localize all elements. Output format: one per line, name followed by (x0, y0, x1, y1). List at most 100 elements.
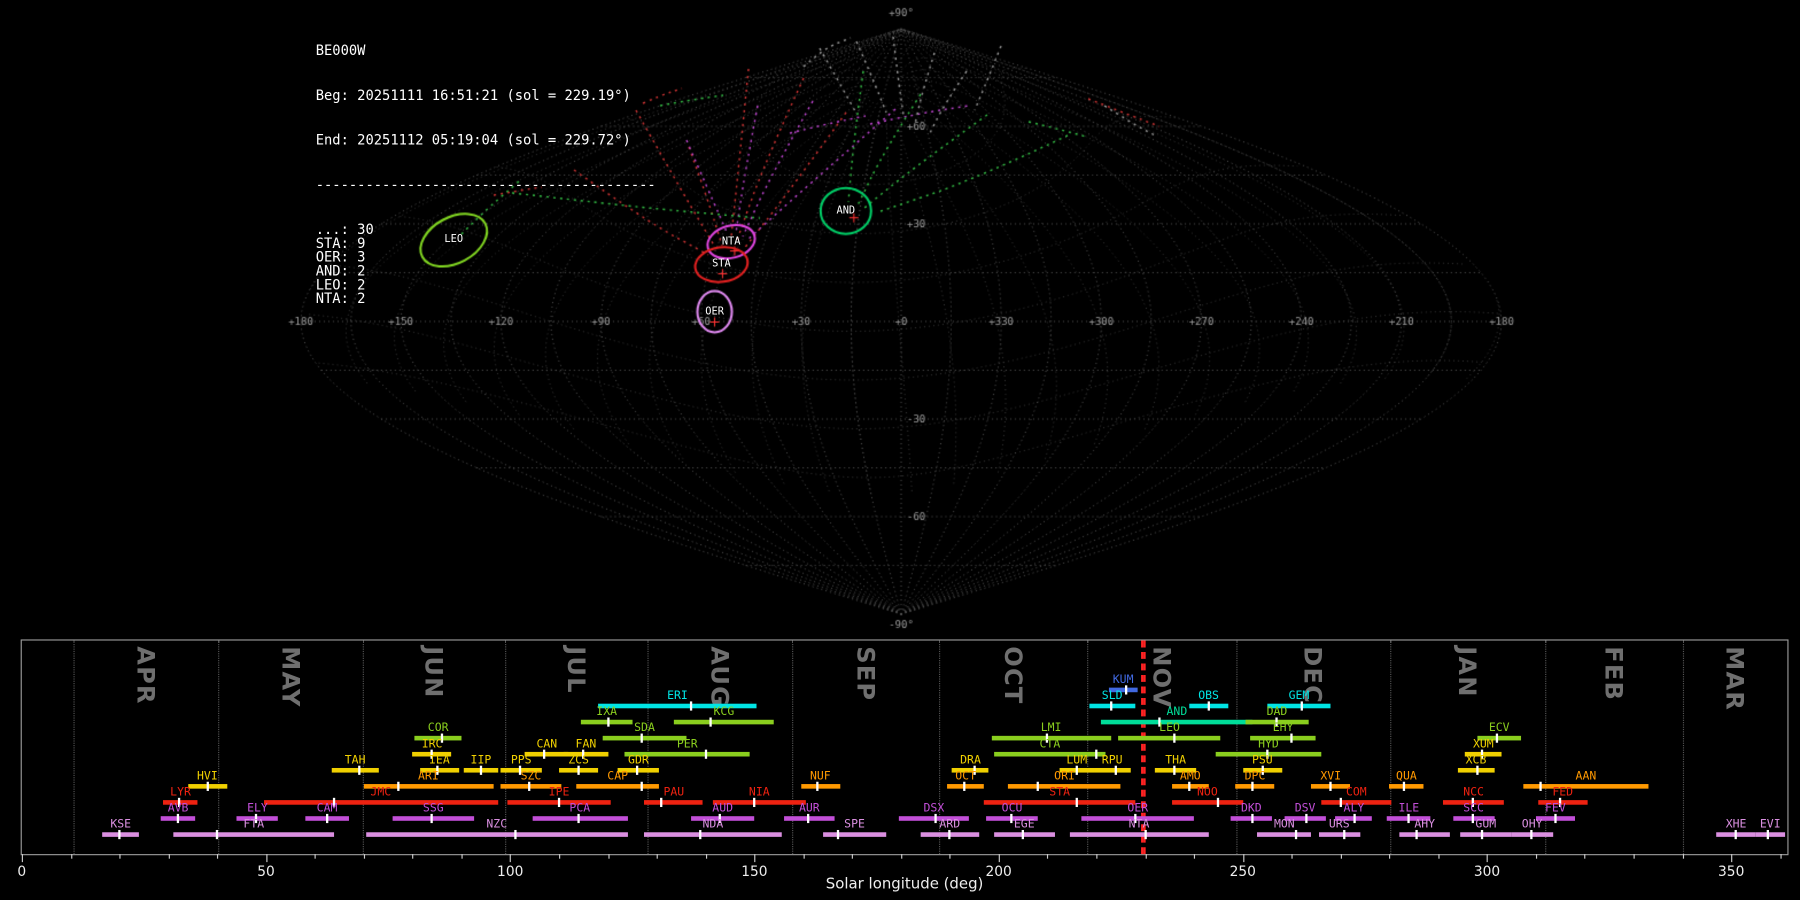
shower-peak-ZCS (577, 765, 580, 775)
month-label-JAN: JAN (1453, 646, 1481, 698)
shower-bar-label-KCG: KCG (713, 705, 735, 719)
shower-bar-URS (1318, 832, 1361, 837)
x-tick-minor (656, 854, 658, 859)
separator-line: ----------------------------------------… (315, 176, 656, 193)
shower-bar-AAN (1523, 784, 1649, 789)
month-label-MAR: MAR (1720, 646, 1749, 711)
month-line-SEP (792, 640, 794, 855)
shower-peak-KSE (118, 829, 121, 840)
shower-peak-EGE (1021, 829, 1025, 840)
shower-bar-label-NDA: NDA (702, 818, 724, 832)
radiant-label-LEO: LEO (444, 234, 464, 246)
shower-peak-LEO (1173, 733, 1176, 743)
shower-peak-OCU (1009, 813, 1012, 824)
shower-peak-NZC (513, 829, 517, 840)
shower-peak-OCT (963, 781, 966, 791)
shower-peak-IPE (557, 797, 561, 808)
shower-bar-label-QUA: QUA (1396, 770, 1417, 783)
shower-bar-RPU (1093, 767, 1131, 773)
shower-bar-JMC (263, 800, 498, 805)
x-tick-minor (705, 854, 707, 859)
shower-peak-CAN (543, 749, 546, 759)
shower-peak-IIP (479, 765, 483, 775)
shower-bar-KCG (673, 719, 774, 725)
x-tick-minor (168, 854, 170, 859)
shower-peak-EHY (1290, 733, 1293, 743)
shower-peak-SCC (1471, 813, 1474, 824)
shower-peak-GDR (636, 765, 639, 775)
shower-bar-EVI (1755, 832, 1785, 837)
shower-bar-GUM (1460, 832, 1512, 837)
shower-peak-URS (1342, 829, 1346, 840)
timeline-frame: APR MAY JUN JUL AUG SEP OCT NOV DEC JAN FEB MAR 0 50 1… (17, 639, 1789, 879)
month-line-JUN (362, 640, 364, 855)
x-tick-major (21, 854, 23, 863)
shower-peak-NOO (1217, 797, 1220, 808)
shower-peak-NTA (1143, 829, 1147, 840)
shower-peak-ECV (1495, 733, 1498, 743)
radiant-label-AND: AND (836, 205, 856, 217)
timeline-panel: APR MAY JUN JUL AUG SEP OCT NOV DEC JAN FEB MAR 0 50 1… (0, 639, 1800, 900)
sky-map-canvas (0, 0, 1800, 639)
x-axis-title: Solar longitude (deg) (825, 875, 984, 894)
shower-bar-PAU (644, 800, 704, 805)
shower-peak-NDA (699, 829, 702, 840)
shower-peak-ERI (689, 701, 693, 711)
x-tick-minor (1193, 854, 1196, 859)
shower-bar-label-NCC: NCC (1463, 786, 1484, 799)
shower-bar-label-ECV: ECV (1488, 722, 1510, 735)
shower-peak-CAM (325, 813, 329, 824)
begin-time: Beg: 20251111 16:51:21 (sol = 229.19°) (315, 87, 631, 104)
shower-count-3: AND: 2 (315, 262, 366, 279)
x-tick-minor (949, 854, 951, 859)
shower-bar-label-PCA: PCA (569, 802, 591, 816)
x-tick-minor (1438, 854, 1440, 859)
x-tick-minor (900, 854, 903, 859)
shower-bar-label-SDA: SDA (634, 722, 655, 735)
shower-bar-label-GUM: GUM (1475, 818, 1497, 832)
x-tick-minor (1145, 854, 1147, 859)
shower-peak-SDA (640, 733, 644, 743)
shower-peak-PAU (660, 797, 663, 808)
shower-bar-label-KUM: KUM (1112, 673, 1134, 687)
shower-peak-XVI (1329, 781, 1332, 791)
shower-peak-COM (1339, 797, 1342, 808)
shower-bar-label-MON: MON (1273, 818, 1295, 832)
x-tick-minor (852, 854, 854, 859)
shower-peak-SLD (1109, 701, 1113, 711)
shower-peak-NIA (753, 797, 756, 808)
shower-bar-label-DPC: DPC (1244, 770, 1266, 783)
shower-peak-STA (1075, 797, 1078, 808)
shower-peak-OHY (1529, 829, 1533, 840)
shower-bar-label-OCU: OCU (1001, 802, 1023, 816)
shower-peak-XCB (1476, 765, 1479, 775)
shower-bar-KSE (102, 832, 140, 837)
shower-peak-GUM (1480, 829, 1484, 840)
shower-peak-GEM (1300, 701, 1303, 711)
radiant-label-NTA: NTA (721, 235, 741, 248)
month-line-JAN (1389, 640, 1391, 855)
shower-bar-label-COR: COR (427, 722, 449, 735)
shower-bar-label-SSG: SSG (422, 802, 444, 816)
x-tick-minor (1584, 854, 1586, 859)
shower-bar-MON (1257, 832, 1312, 837)
month-line-NOV (1087, 640, 1089, 855)
month-line-MAR (1682, 640, 1684, 855)
shower-peak-FTA (216, 829, 219, 840)
shower-bar-label-FAN: FAN (575, 738, 597, 751)
x-tick-minor (217, 854, 219, 859)
month-label-MAY: MAY (276, 646, 305, 708)
shower-peak-ARD (948, 829, 951, 840)
shower-bar-label-SLD: SLD (1101, 689, 1123, 703)
shower-bar-label-AAN: AAN (1575, 770, 1597, 783)
shower-bar-NZC (366, 832, 628, 837)
shower-count-5: NTA: 2 (315, 290, 366, 307)
shower-bar-OCT (947, 784, 984, 789)
shower-counts-list: ...: 30 STA: 9 OER: 3 AND: 2 LEO: 2 NTA: 2 (315, 222, 656, 307)
shower-bar-label-ELY: ELY (247, 802, 268, 816)
shower-bar-label-CAN: CAN (536, 738, 558, 751)
shower-peak-MON (1295, 829, 1298, 840)
shower-peak-ORI (1036, 781, 1039, 791)
shower-bar-PCA (532, 816, 628, 821)
shower-peak-CAP (640, 781, 644, 791)
